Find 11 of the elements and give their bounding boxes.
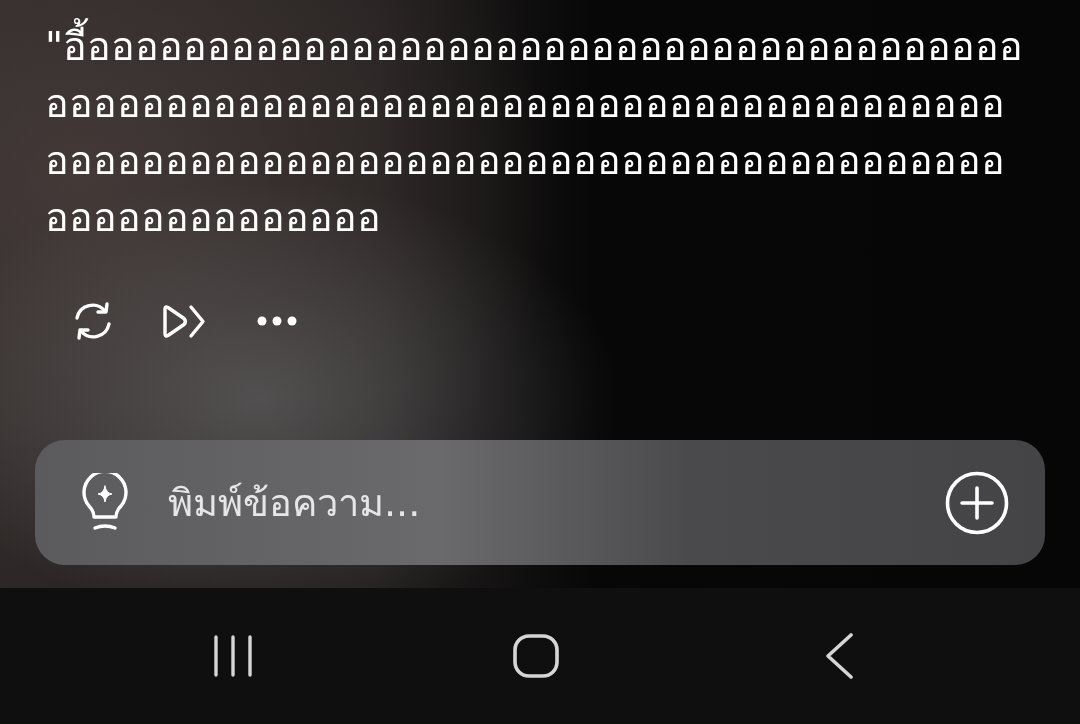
message-input-field[interactable]: พิมพ์ข้อความ... (168, 472, 945, 533)
play-forward-icon[interactable] (162, 303, 206, 339)
back-chevron-icon[interactable] (825, 633, 853, 679)
refresh-icon[interactable] (72, 301, 114, 341)
message-composer[interactable]: พิมพ์ข้อความ... (35, 440, 1045, 565)
add-circle-icon[interactable] (945, 470, 1009, 535)
home-icon[interactable] (513, 634, 559, 678)
more-options-icon[interactable] (257, 315, 297, 327)
recent-apps-icon[interactable] (213, 634, 253, 678)
message-text: "อี้อออออออออออออออออออออออออออออออออออออออออออออออออออออออออออออออออออออออออออออออออออออออออออออออออออออออออออออออออออออออออออออออออออออ (45, 18, 1027, 246)
lightbulb-sparkle-icon[interactable] (80, 472, 130, 533)
